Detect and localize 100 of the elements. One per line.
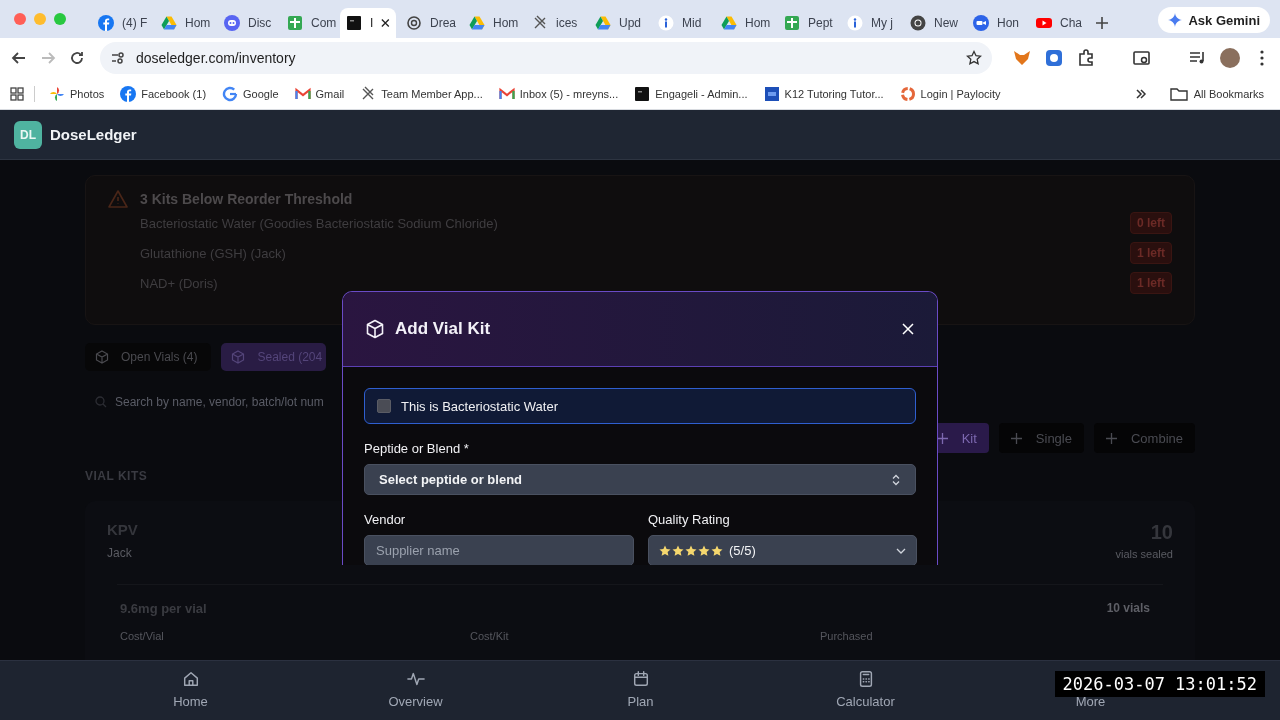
nav-item[interactable]: Overview: [303, 661, 528, 720]
bookmark-link[interactable]: Photos: [49, 85, 105, 102]
browser-tab[interactable]: Pept: [774, 8, 837, 38]
box-icon: [95, 350, 109, 364]
browser-tab[interactable]: I: [340, 8, 396, 38]
mail-icon: [498, 85, 515, 102]
browser-tab[interactable]: Hom: [459, 8, 522, 38]
browser-tab[interactable]: Hom: [151, 8, 214, 38]
square-icon: [346, 15, 362, 31]
pulse-icon: [406, 670, 425, 688]
browser-tab[interactable]: Cha: [1026, 8, 1089, 38]
circle-f-icon: [120, 85, 137, 102]
cross-icon: [532, 15, 548, 31]
browser-tab[interactable]: ices: [522, 8, 585, 38]
star-icon[interactable]: [966, 50, 982, 66]
browser-tab[interactable]: Mid: [648, 8, 711, 38]
search-field[interactable]: Search by name, vendor, batch/lot num: [115, 395, 365, 409]
dialog-title: Add Vial Kit: [395, 319, 491, 339]
bacteriostatic-option[interactable]: This is Bacteriostatic Water: [364, 388, 916, 424]
nav-item[interactable]: Home: [78, 661, 303, 720]
ring-icon: [899, 85, 916, 102]
calendar-icon: [631, 670, 650, 688]
peptide-select[interactable]: Select peptide or blend: [364, 464, 916, 495]
stat-label: Cost/Vial: [120, 630, 165, 642]
extensions-icon[interactable]: [1076, 48, 1096, 68]
circle-f-icon: [98, 15, 114, 31]
sparkle-icon: [1168, 13, 1183, 27]
info-icon: [658, 15, 674, 31]
plus-icon: [1105, 432, 1117, 444]
kit-owner: Jack: [107, 546, 133, 560]
mail-icon: [294, 85, 311, 102]
plus-square-icon: [784, 15, 800, 31]
stat-label: Purchased: [820, 630, 874, 642]
chevron-down-icon: [896, 546, 906, 555]
browser-tab[interactable]: Drea: [396, 8, 459, 38]
bookmark-link[interactable]: Inbox (5) - mreyns...: [498, 85, 619, 102]
checkbox-label: This is Bacteriostatic Water: [401, 398, 558, 414]
bookmark-link[interactable]: Facebook (1): [120, 85, 207, 102]
stat-label: Cost/Kit: [470, 630, 510, 642]
square-icon: [634, 85, 651, 102]
apps-grid-icon[interactable]: [10, 86, 24, 101]
field-label: Quality Rating: [648, 512, 731, 527]
profile-avatar[interactable]: [1220, 48, 1240, 68]
browser-tab[interactable]: Disc: [214, 8, 277, 38]
browser-tab[interactable]: Com: [277, 8, 340, 38]
all-bookmarks-button[interactable]: All Bookmarks: [1163, 84, 1270, 103]
browser-tab[interactable]: Hon: [963, 8, 1026, 38]
triangle-icon: [721, 15, 737, 31]
plus-icon: [1010, 432, 1022, 444]
rating-select[interactable]: (5/5): [648, 535, 917, 565]
field-label: Vendor: [364, 512, 407, 527]
browser-tab[interactable]: (4) F: [88, 8, 151, 38]
app-name: DoseLedger: [50, 126, 137, 143]
tab-search-icon[interactable]: [1132, 48, 1152, 68]
pinwheel-icon: [49, 85, 65, 102]
new-tab-icon[interactable]: [1095, 16, 1109, 30]
bookmark-link[interactable]: Gmail: [294, 85, 345, 102]
home-icon: [181, 670, 200, 688]
checkbox[interactable]: [377, 399, 391, 413]
bookmark-link[interactable]: Team Member App...: [360, 85, 483, 102]
address-bar[interactable]: doseledger.com/inventory: [100, 42, 992, 74]
vendor-field[interactable]: Supplier name: [364, 535, 634, 565]
plus-icon: [936, 432, 948, 444]
fox-icon[interactable]: [1012, 48, 1032, 68]
stock-badge: 1 left: [1130, 242, 1172, 264]
triangle-icon: [469, 15, 485, 31]
vial-count-label: vials sealed: [1115, 548, 1173, 560]
caret-icon: [891, 473, 901, 486]
browser-tab[interactable]: New: [900, 8, 963, 38]
bookmark-link[interactable]: Engageli - Admin...: [634, 85, 748, 102]
close-icon[interactable]: [381, 18, 390, 28]
field-label: Peptide or Blend *: [364, 441, 470, 456]
nav-item[interactable]: Calculator: [753, 661, 978, 720]
square-icon: [763, 85, 780, 102]
bookmark-link[interactable]: Login | Paylocity: [899, 85, 1001, 102]
recording-timestamp: 2026-03-07 13:01:52: [1054, 671, 1265, 697]
zoom-icon: [973, 15, 989, 31]
info-icon: [847, 15, 863, 31]
stock-badge: 0 left: [1130, 212, 1172, 234]
vials-text: 10 vials: [1106, 601, 1150, 616]
stock-badge: 1 left: [1130, 272, 1172, 294]
box-icon: [231, 350, 246, 364]
badge-icon[interactable]: [1044, 48, 1064, 68]
site-settings-icon[interactable]: [110, 50, 126, 66]
search-icon: [95, 396, 107, 408]
browser-tab[interactable]: Hom: [711, 8, 774, 38]
play-icon: [1036, 15, 1052, 31]
bookmark-link[interactable]: Google: [222, 85, 279, 102]
folder-icon: [1169, 85, 1188, 102]
app-logo: DL: [14, 120, 42, 149]
nav-item[interactable]: Plan: [528, 661, 753, 720]
box-icon: [365, 319, 385, 339]
warning-icon: [108, 190, 128, 208]
chevrons-icon[interactable]: [1133, 86, 1148, 101]
browser-tab[interactable]: Upd: [585, 8, 648, 38]
plus-square-icon: [287, 15, 303, 31]
ask-gemini-button[interactable]: Ask Gemini: [1158, 7, 1270, 33]
triangle-icon: [161, 15, 177, 31]
bookmark-link[interactable]: K12 Tutoring Tutor...: [763, 85, 884, 102]
browser-tab[interactable]: My j: [837, 8, 900, 38]
